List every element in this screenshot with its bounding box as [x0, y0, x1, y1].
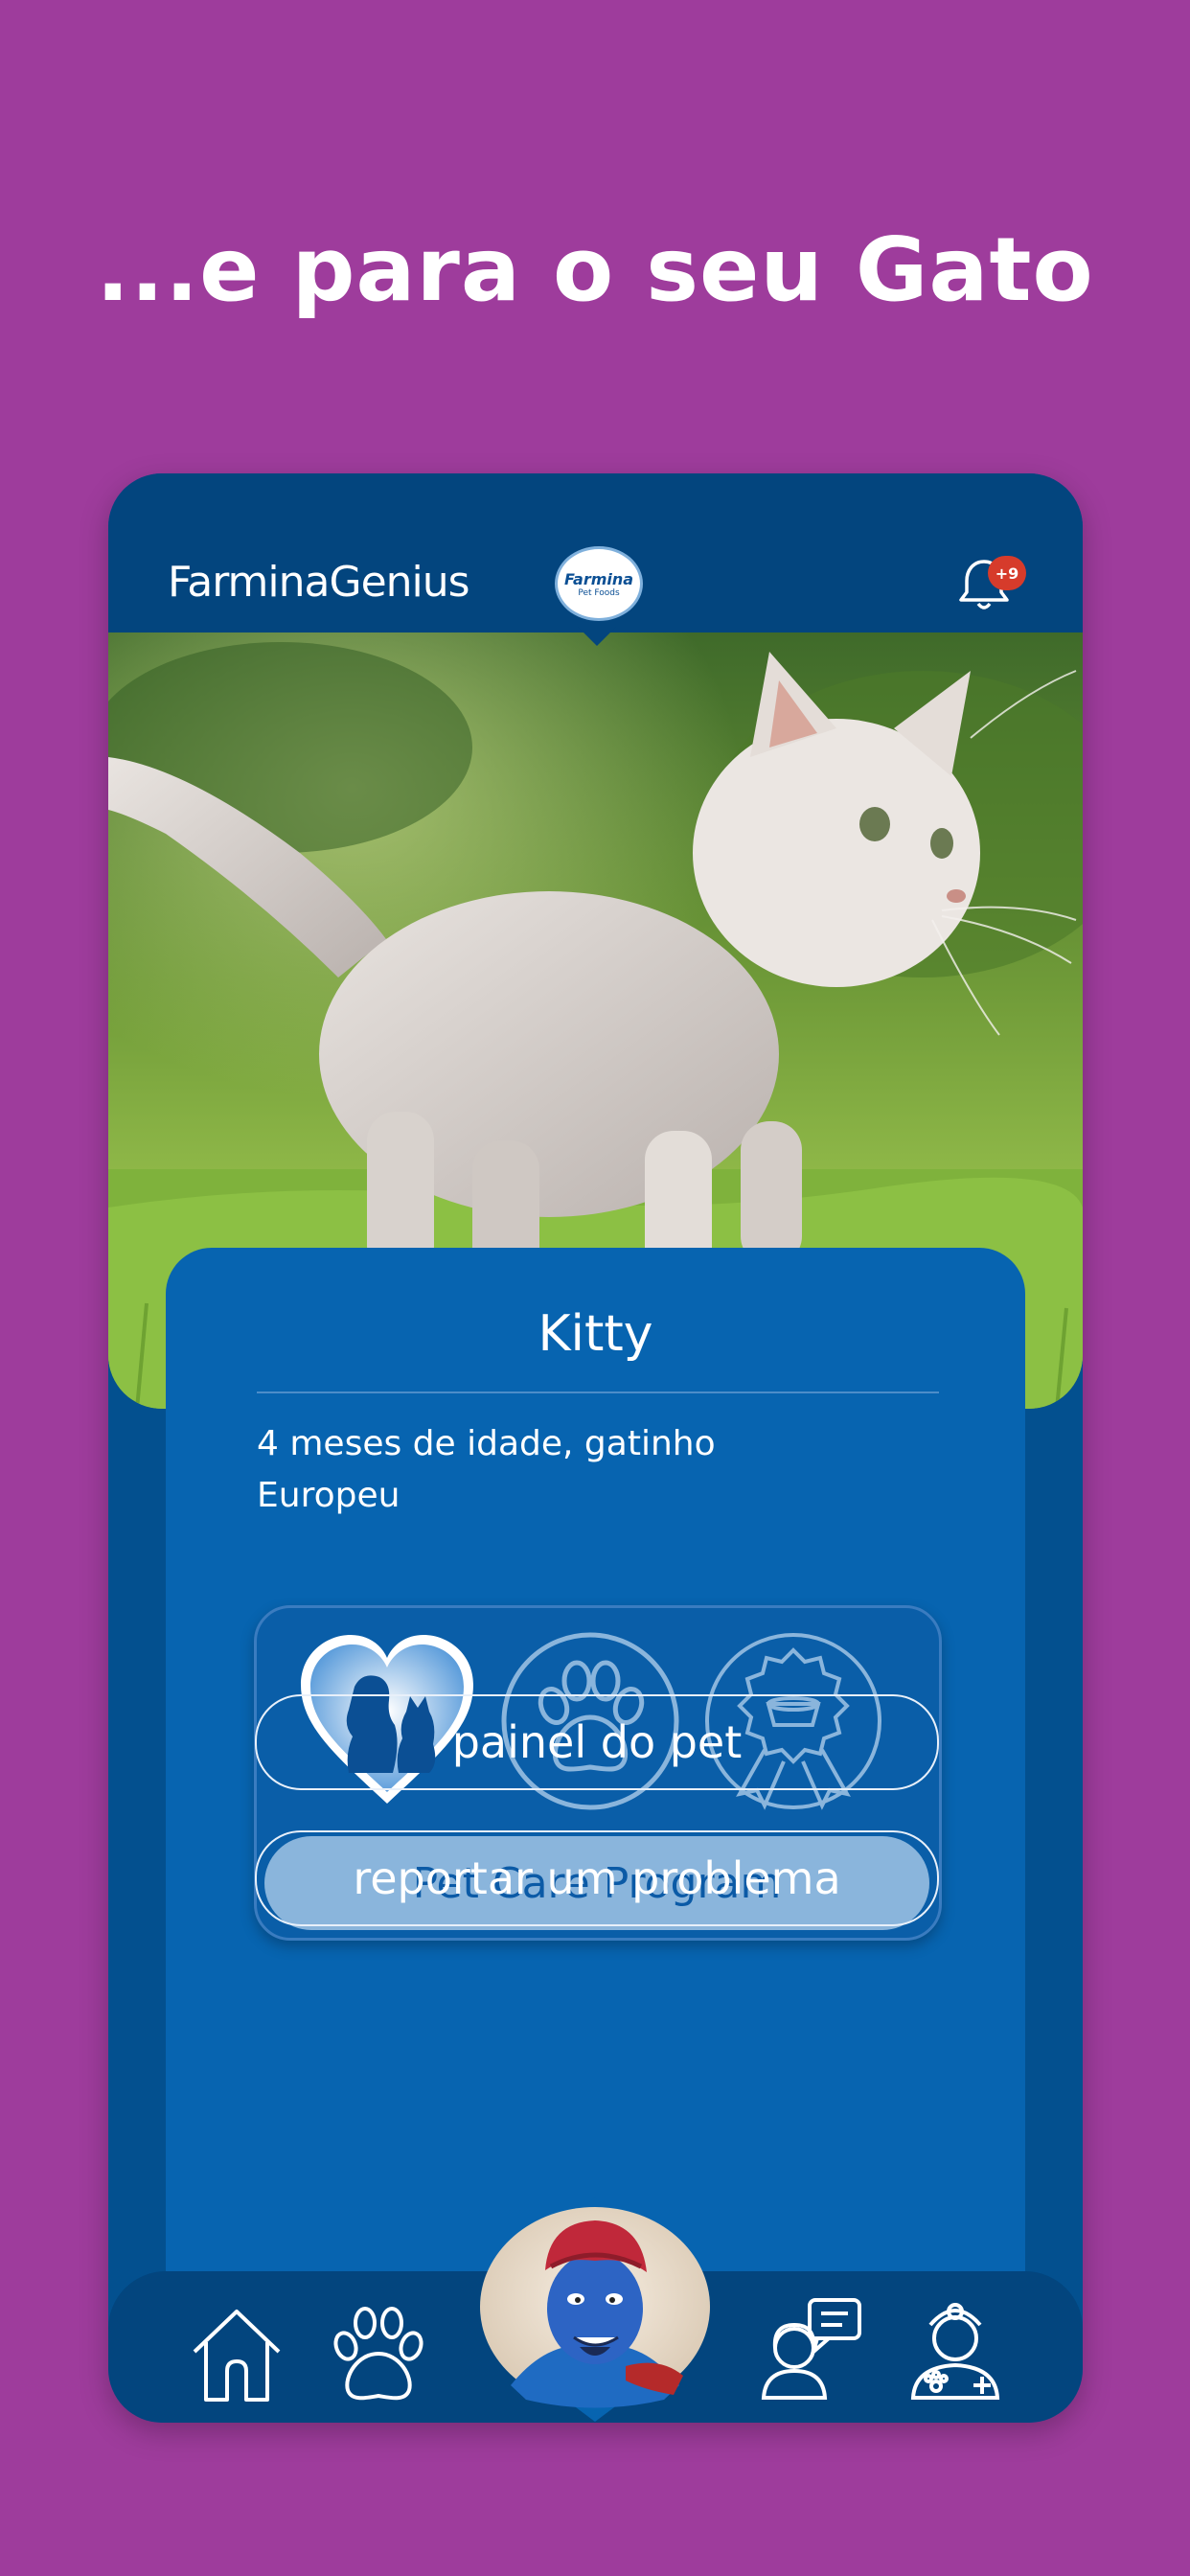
genie-avatar[interactable] [472, 2194, 718, 2423]
app-brand-title: FarminaGenius [168, 558, 470, 607]
pet-name: Kitty [538, 1305, 653, 1363]
report-problem-button[interactable]: reportar um problema [255, 1830, 939, 1926]
home-icon[interactable] [187, 2304, 286, 2404]
pet-description-line1: 4 meses de idade, gatinho [257, 1424, 716, 1463]
top-app-bar: FarminaGenius Farmina Pet Foods +9 [108, 473, 1083, 632]
app-screen: FarminaGenius Farmina Pet Foods +9 Kitty… [108, 473, 1083, 2423]
paw-icon[interactable] [329, 2304, 428, 2404]
pet-description: 4 meses de idade, gatinho Europeu [257, 1418, 939, 1522]
pet-dashboard-button[interactable]: painel do pet [255, 1694, 939, 1790]
chat-person-icon[interactable] [760, 2296, 865, 2402]
farmina-logo: Farmina Pet Foods [555, 546, 643, 621]
appbar-pointer [578, 627, 616, 646]
pet-description-line2: Europeu [257, 1476, 400, 1515]
divider [257, 1392, 939, 1393]
notification-badge: +9 [988, 556, 1026, 590]
vet-icon[interactable] [907, 2296, 1013, 2402]
promo-headline: ...e para o seu Gato [96, 218, 1094, 321]
logo-sub-text: Pet Foods [578, 587, 620, 598]
logo-main-text: Farmina [563, 569, 634, 588]
